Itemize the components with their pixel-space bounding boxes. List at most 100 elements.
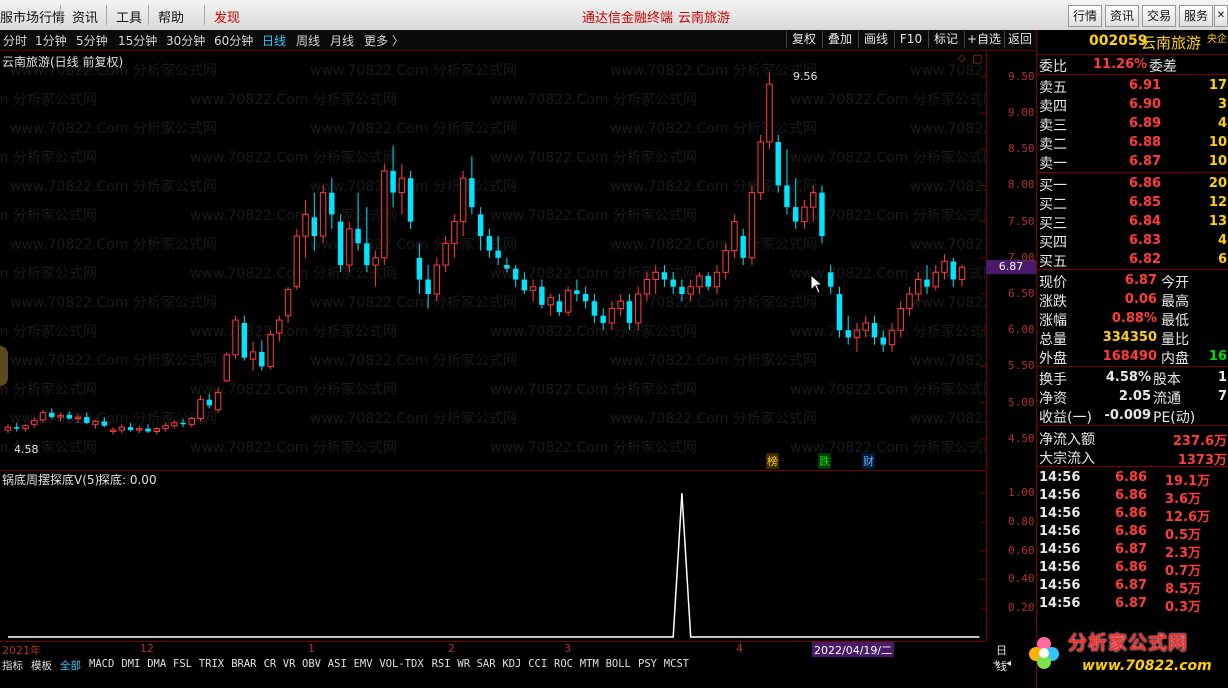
candle: [49, 408, 55, 419]
panel-divider: [1037, 425, 1228, 426]
kline-chart[interactable]: www.70822.Com 分析家公式网 www.70822.Com 分析家公式网…: [0, 51, 1036, 470]
quote-button[interactable]: 行情: [1068, 5, 1102, 27]
watermark-text: www.70822.Com 分析家公式网: [490, 207, 697, 224]
indicator-chart[interactable]: 锅底周摆探底V(5) 探底: 0.00 1.00 0.80 0.60 0.40 0.20: [0, 471, 1035, 641]
tick-price: 6.86: [1115, 506, 1148, 521]
menu-discover[interactable]: 发现: [214, 7, 240, 26]
menu-news[interactable]: 资讯: [72, 7, 98, 26]
stat-label: 换手: [1039, 372, 1067, 388]
ask-price: 6.89: [1129, 116, 1162, 131]
period-30min[interactable]: 30分钟: [166, 32, 205, 49]
indicator-tab-boll[interactable]: BOLL: [606, 658, 631, 670]
y-tick-label: 7.50: [1008, 214, 1035, 228]
indicator-tab-emv[interactable]: EMV: [354, 658, 373, 670]
period-5min[interactable]: 5分钟: [76, 32, 108, 49]
indicator-tab-[interactable]: 指标: [2, 658, 23, 673]
watermark-text: www.70822.Com 分析家公式网: [310, 410, 517, 427]
candle-body: [433, 264, 441, 295]
indicator-tab-vr[interactable]: VR: [283, 658, 296, 670]
period-60min[interactable]: 60分钟: [214, 32, 253, 49]
weibi-label: 委比: [1039, 59, 1067, 75]
period-more[interactable]: 更多 〉: [364, 32, 404, 49]
candle: [836, 286, 843, 338]
indicator-tab-roc[interactable]: ROC: [554, 658, 573, 670]
watermark-text: www.70822.Com 分析家公式网: [190, 149, 397, 166]
back-button[interactable]: 返回: [1004, 31, 1035, 48]
candle-body: [398, 177, 406, 194]
logo-text: 分析家公式网: [1068, 632, 1189, 654]
tick-price: 6.87: [1115, 596, 1148, 611]
indicator-tab-cr[interactable]: CR: [264, 658, 277, 670]
quote-label-2: 最高: [1161, 294, 1189, 310]
menu-help[interactable]: 帮助: [158, 7, 184, 26]
indicator-tab-trix[interactable]: TRIX: [199, 658, 224, 670]
adjust-button[interactable]: 复权: [786, 31, 821, 48]
stock-name: 云南旅游: [1141, 34, 1202, 52]
indicator-tab-macd[interactable]: MACD: [89, 658, 114, 670]
period-daily[interactable]: 日线: [262, 32, 286, 49]
indicator-tab-mcst[interactable]: MCST: [664, 658, 689, 670]
draw-button[interactable]: 画线: [858, 31, 893, 48]
candle-body: [547, 297, 554, 306]
indicator-tab-fsl[interactable]: FSL: [173, 658, 192, 670]
tab-add-icon[interactable]: +: [992, 658, 1000, 669]
watermark-text: www.70822.Com 分析家公式网: [10, 294, 217, 311]
side-expand-handle[interactable]: [0, 346, 8, 386]
bid-volume: 12: [1208, 195, 1227, 210]
news-button[interactable]: 资讯: [1105, 5, 1139, 27]
indicator-tab-psy[interactable]: PSY: [638, 658, 657, 670]
indicator-tab-obv[interactable]: OBV: [302, 658, 321, 670]
marker-finance[interactable]: 财: [862, 453, 875, 469]
service-button[interactable]: 服务: [1179, 5, 1213, 27]
candle-body: [416, 257, 423, 280]
close-icon[interactable]: ✕: [1214, 5, 1228, 27]
y-tick-label: 9.50: [1008, 69, 1035, 83]
candle-body: [145, 428, 151, 432]
candle: [958, 265, 966, 287]
panel-divider: [1037, 269, 1228, 270]
indicator-tab-asi[interactable]: ASI: [328, 658, 347, 670]
add-watchlist-button[interactable]: +自选: [964, 31, 1003, 48]
tick-volume: 19.1万: [1165, 474, 1211, 489]
candle-body: [529, 286, 537, 291]
indicator-tab-dma[interactable]: DMA: [147, 658, 166, 670]
cursor-date-label: 2022/04/19/二: [812, 642, 895, 658]
watermark-text: www.70822.Com 分析家公式网: [910, 236, 986, 253]
candle-body: [713, 271, 721, 288]
menu-market[interactable]: 服市场行情: [0, 7, 65, 26]
candle-body: [634, 293, 642, 324]
period-monthly[interactable]: 月线: [330, 32, 354, 49]
panel-divider: [1037, 466, 1228, 467]
candle: [713, 265, 721, 294]
period-1min[interactable]: 1分钟: [35, 32, 67, 49]
indicator-tab-voltdx[interactable]: VOL-TDX: [379, 658, 423, 670]
marker-drop[interactable]: 跌: [818, 453, 831, 469]
marker-list[interactable]: 榜: [766, 453, 779, 469]
period-15min[interactable]: 15分钟: [118, 32, 157, 49]
indicator-tab-[interactable]: 模板: [31, 658, 52, 673]
indicator-tab-cci[interactable]: CCI: [528, 658, 547, 670]
mark-button[interactable]: 标记: [928, 31, 963, 48]
indicator-tab-sar[interactable]: SAR: [477, 658, 496, 670]
ask-volume: 3: [1217, 97, 1227, 112]
indicator-tab-dmi[interactable]: DMI: [121, 658, 140, 670]
indicator-tab-mtm[interactable]: MTM: [580, 658, 599, 670]
maximize-icon[interactable]: ▢: [972, 52, 982, 65]
menu-tools[interactable]: 工具: [116, 7, 142, 26]
f10-button[interactable]: F10: [894, 31, 927, 48]
indicator-tab-wr[interactable]: WR: [457, 658, 470, 670]
trade-button[interactable]: 交易: [1142, 5, 1176, 27]
tab-scroll-icon[interactable]: ◂: [1006, 658, 1011, 669]
indicator-tabs: 指标 模板 全部 MACD DMI DMA FSL TRIX BRAR CR VR OBV ASI EMV…: [0, 657, 986, 673]
candle-body: [188, 417, 196, 425]
period-timeshare[interactable]: 分时: [3, 32, 27, 49]
period-weekly[interactable]: 周线: [296, 32, 320, 49]
candle-body: [512, 268, 519, 280]
diamond-icon[interactable]: ◇: [958, 53, 966, 64]
indicator-tab-[interactable]: 全部: [60, 658, 81, 673]
stat-value: -0.009: [1104, 408, 1151, 423]
indicator-tab-brar[interactable]: BRAR: [231, 658, 256, 670]
overlay-button[interactable]: 叠加: [822, 31, 857, 48]
indicator-tab-kdj[interactable]: KDJ: [502, 658, 521, 670]
indicator-tab-rsi[interactable]: RSI: [432, 658, 451, 670]
